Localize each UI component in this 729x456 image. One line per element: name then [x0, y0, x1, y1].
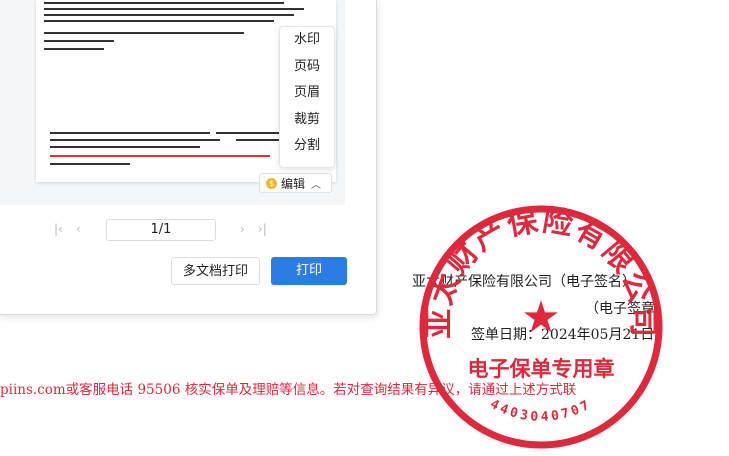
electronic-seal-line: （电子签章）	[585, 301, 669, 317]
seal-serial: 4403040707	[487, 397, 591, 425]
menu-item-split[interactable]: 分割	[280, 133, 334, 160]
prev-page-icon[interactable]: ‹	[76, 222, 81, 236]
last-page-icon[interactable]: ›|	[258, 222, 267, 236]
edit-label: 编辑	[281, 176, 306, 191]
print-button[interactable]: 打印	[271, 257, 347, 285]
preview-area: 水印 页码 页眉 裁剪 分割 $ 编辑 ︿	[0, 0, 345, 205]
coin-icon: $	[266, 177, 277, 189]
pagination: |‹ ‹ 1/1 › ›|	[0, 218, 376, 242]
sign-date: 签单日期：2024年05月21日	[471, 327, 655, 343]
menu-item-page-number[interactable]: 页码	[280, 54, 334, 81]
chevron-up-icon: ︿	[311, 179, 322, 191]
edit-button[interactable]: $ 编辑 ︿	[259, 173, 332, 193]
verification-notice: piins.com或客服电话 95506 核实保单及理赔等信息。若对查询结果有异…	[0, 382, 577, 398]
page-number-input[interactable]: 1/1	[106, 219, 216, 241]
first-page-icon[interactable]: |‹	[54, 222, 63, 236]
print-preview-dialog: 水印 页码 页眉 裁剪 分割 $ 编辑 ︿ |‹ ‹ 1/1 › ›| 多文档打…	[0, 0, 377, 315]
multi-document-print-button[interactable]: 多文档打印	[171, 257, 260, 285]
company-signature-line: 亚太财产保险有限公司（电子签名）	[412, 274, 636, 290]
edit-menu: 水印 页码 页眉 裁剪 分割	[279, 26, 335, 168]
menu-item-watermark[interactable]: 水印	[280, 27, 334, 54]
menu-item-header[interactable]: 页眉	[280, 80, 334, 107]
next-page-icon[interactable]: ›	[240, 222, 245, 236]
svg-text:4403040707: 4403040707	[487, 397, 594, 425]
menu-item-crop[interactable]: 裁剪	[280, 107, 334, 134]
